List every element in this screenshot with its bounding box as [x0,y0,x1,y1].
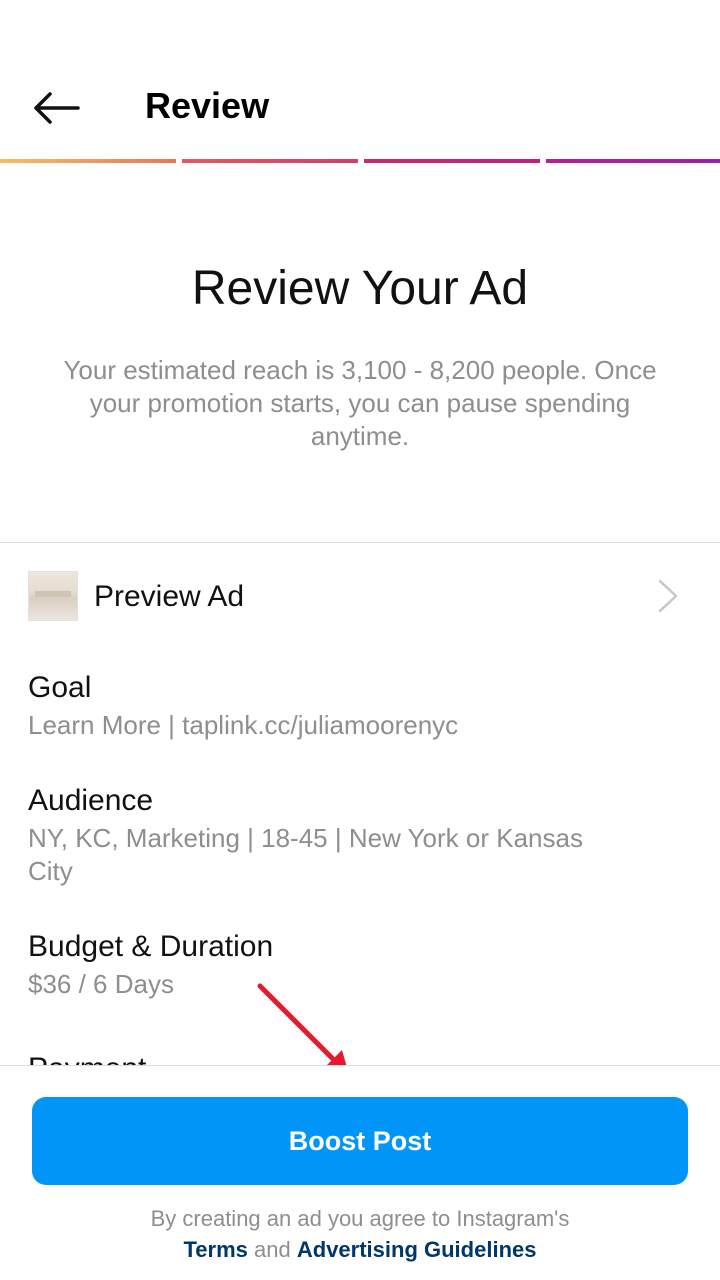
step-progress [0,159,720,164]
arrow-left-icon [34,92,80,124]
legal-links: Terms and Advertising Guidelines [0,1234,720,1265]
goal-value: Learn More | taplink.cc/juliamoorenyc [28,710,459,740]
page-title: Review Your Ad [191,262,529,315]
budget-title: Budget & Duration [28,930,274,963]
preview-ad-row[interactable]: Preview Ad [0,548,720,644]
and-text: and [254,1237,291,1262]
progress-segment-4 [546,159,720,163]
goal-title: Goal [28,671,92,704]
progress-segment-1 [0,159,176,163]
progress-segment-2 [182,159,358,163]
review-screen: Review Review Your Ad Your estimated rea… [0,0,720,1280]
audience-title: Audience [28,784,154,817]
header-title: Review [145,85,270,126]
terms-link[interactable]: Terms [184,1237,248,1262]
chevron-right-icon [658,579,678,613]
progress-segment-3 [364,159,540,163]
back-button[interactable] [24,80,88,136]
goal-section[interactable]: Goal Learn More | taplink.cc/juliamooren… [28,669,668,742]
audience-section[interactable]: Audience NY, KC, Marketing | 18-45 | New… [28,782,628,888]
bottom-bar: Boost Post By creating an ad you agree t… [0,1065,720,1280]
advertising-guidelines-link[interactable]: Advertising Guidelines [297,1237,537,1262]
post-thumbnail [28,571,78,621]
audience-value: NY, KC, Marketing | 18-45 | New York or … [28,823,583,886]
divider [0,542,720,543]
boost-post-button[interactable]: Boost Post [32,1097,688,1185]
legal-text: By creating an ad you agree to Instagram… [0,1203,720,1265]
legal-prefix: By creating an ad you agree to Instagram… [150,1206,570,1231]
header: Review [0,0,720,160]
preview-ad-label: Preview Ad [94,580,245,613]
reach-description: Your estimated reach is 3,100 - 8,200 pe… [63,355,657,451]
